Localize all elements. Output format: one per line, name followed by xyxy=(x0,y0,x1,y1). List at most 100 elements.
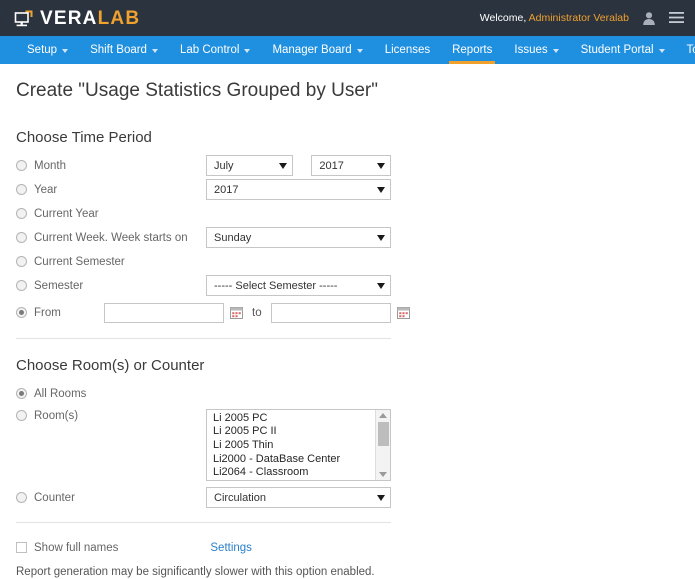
rooms-listbox[interactable]: Li 2005 PC Li 2005 PC II Li 2005 Thin Li… xyxy=(206,408,391,481)
settings-link[interactable]: Settings xyxy=(210,542,252,554)
nav-label: Tools xyxy=(686,44,695,56)
nav-item-licenses[interactable]: Licenses xyxy=(374,36,441,64)
select-semester[interactable]: ----- Select Semester ----- xyxy=(206,275,391,297)
section-title-time-period: Choose Time Period xyxy=(16,128,152,146)
label-all-rooms-group: All Rooms xyxy=(16,388,206,400)
radio-year[interactable] xyxy=(16,184,27,196)
hamburger-menu-icon[interactable] xyxy=(669,11,684,26)
select-month-value: July xyxy=(214,159,234,172)
row-from: From to xyxy=(16,301,410,325)
label-from: From xyxy=(34,306,61,319)
label-rooms: Room(s) xyxy=(34,409,79,422)
select-month-year[interactable]: 2017 xyxy=(311,155,391,177)
label-from-group: From xyxy=(16,307,104,319)
label-current-semester: Current Semester xyxy=(34,255,125,268)
chevron-down-icon xyxy=(279,162,288,169)
label-semester: Semester xyxy=(34,279,84,292)
radio-current-year[interactable] xyxy=(16,208,27,220)
nav-label: Lab Control xyxy=(179,44,240,56)
nav-item-issues[interactable]: Issues xyxy=(503,36,569,64)
chevron-down-icon xyxy=(377,494,385,501)
row-rooms: Room(s) Li 2005 PC Li 2005 PC II Li 2005… xyxy=(16,408,391,481)
select-counter-value: Circulation xyxy=(214,491,266,504)
top-header-bar: VERALAB Welcome, Administrator Veralab xyxy=(0,0,695,36)
page-title: Create "Usage Statistics Grouped by User… xyxy=(16,80,378,101)
label-month: Month xyxy=(34,159,66,172)
chevron-down-icon xyxy=(377,234,385,241)
chevron-down-icon xyxy=(377,186,385,193)
select-counter[interactable]: Circulation xyxy=(206,487,391,509)
label-month-group: Month xyxy=(16,160,206,172)
nav-item-tools[interactable]: Tools xyxy=(676,36,695,64)
row-current-semester: Current Semester xyxy=(16,250,391,274)
select-semester-value: ----- Select Semester ----- xyxy=(214,279,338,292)
label-show-full-names: Show full names xyxy=(34,541,119,554)
select-year-value: 2017 xyxy=(214,183,239,196)
list-item[interactable]: Li 2005 Thin xyxy=(213,439,375,453)
brand-name-main: VERA xyxy=(40,7,98,29)
nav-item-student-portal[interactable]: Student Portal xyxy=(570,36,676,64)
list-item[interactable]: Li 2005 PC II xyxy=(213,425,375,439)
radio-month[interactable] xyxy=(16,160,27,172)
radio-semester[interactable] xyxy=(16,280,27,292)
label-current-year-group: Current Year xyxy=(16,208,206,220)
label-current-year: Current Year xyxy=(34,207,99,220)
label-current-week-group: Current Week. Week starts on xyxy=(16,232,206,244)
scroll-down-arrow-icon[interactable] xyxy=(379,471,387,477)
page-content: Create "Usage Statistics Grouped by User… xyxy=(0,64,695,579)
user-icon[interactable] xyxy=(642,11,656,26)
chevron-down-icon xyxy=(552,49,559,53)
chevron-down-icon xyxy=(151,49,158,53)
row-all-rooms: All Rooms xyxy=(16,382,391,406)
label-semester-group: Semester xyxy=(16,280,206,292)
from-date-input[interactable] xyxy=(104,302,224,323)
radio-all-rooms[interactable] xyxy=(16,388,27,400)
scroll-up-arrow-icon[interactable] xyxy=(379,412,387,418)
list-item[interactable]: Li 2005 PC xyxy=(213,412,375,426)
nav-item-setup[interactable]: Setup xyxy=(16,36,79,64)
rooms-listbox-scrollbar[interactable] xyxy=(375,409,390,480)
select-year[interactable]: 2017 xyxy=(206,179,391,201)
radio-current-week[interactable] xyxy=(16,232,27,244)
to-date-input[interactable] xyxy=(270,302,391,323)
label-show-full-names-group: Show full names xyxy=(16,542,118,554)
nav-item-reports[interactable]: Reports xyxy=(441,36,503,64)
radio-rooms[interactable] xyxy=(16,410,27,422)
select-month[interactable]: July xyxy=(206,155,294,177)
label-year: Year xyxy=(34,183,58,196)
calendar-icon[interactable] xyxy=(230,306,243,320)
nav-item-shift-board[interactable]: Shift Board xyxy=(79,36,169,64)
rooms-listbox-items: Li 2005 PC Li 2005 PC II Li 2005 Thin Li… xyxy=(207,410,375,480)
label-counter: Counter xyxy=(34,491,75,504)
nav-label: Reports xyxy=(452,44,493,56)
calendar-icon[interactable] xyxy=(396,306,410,320)
nav-label: Issues xyxy=(514,44,548,56)
welcome-prefix: Welcome, xyxy=(479,12,527,24)
brand-logo[interactable]: VERALAB xyxy=(14,9,140,28)
list-item[interactable]: Li2000 - DataBase Center xyxy=(213,453,375,467)
nav-label: Shift Board xyxy=(90,44,147,56)
chevron-down-icon xyxy=(377,162,385,169)
scrollbar-thumb[interactable] xyxy=(378,421,389,446)
nav-label: Licenses xyxy=(384,44,431,56)
divider-rooms xyxy=(16,521,391,523)
radio-from[interactable] xyxy=(16,307,27,319)
label-rooms-group: Room(s) xyxy=(16,409,206,422)
chevron-down-icon xyxy=(658,49,665,53)
row-counter: Counter Circulation xyxy=(16,486,391,510)
select-week-start[interactable]: Sunday xyxy=(206,227,391,249)
checkbox-show-full-names[interactable] xyxy=(16,542,27,554)
label-current-week: Current Week. Week starts on xyxy=(34,231,188,244)
radio-counter[interactable] xyxy=(16,492,27,504)
nav-item-lab-control[interactable]: Lab Control xyxy=(169,36,261,64)
list-item[interactable]: Li2064 - Classroom xyxy=(213,466,375,480)
radio-current-semester[interactable] xyxy=(16,256,27,268)
row-semester: Semester ----- Select Semester ----- xyxy=(16,274,391,298)
nav-item-manager-board[interactable]: Manager Board xyxy=(261,36,373,64)
row-current-week: Current Week. Week starts on Sunday xyxy=(16,226,391,250)
welcome-text: Welcome, Administrator Veralab xyxy=(480,12,629,24)
time-period-form: Month July 2017 Year 2017 Current Year C… xyxy=(16,154,410,325)
divider-time-period xyxy=(16,337,391,339)
label-year-group: Year xyxy=(16,184,206,196)
label-all-rooms: All Rooms xyxy=(34,387,87,400)
